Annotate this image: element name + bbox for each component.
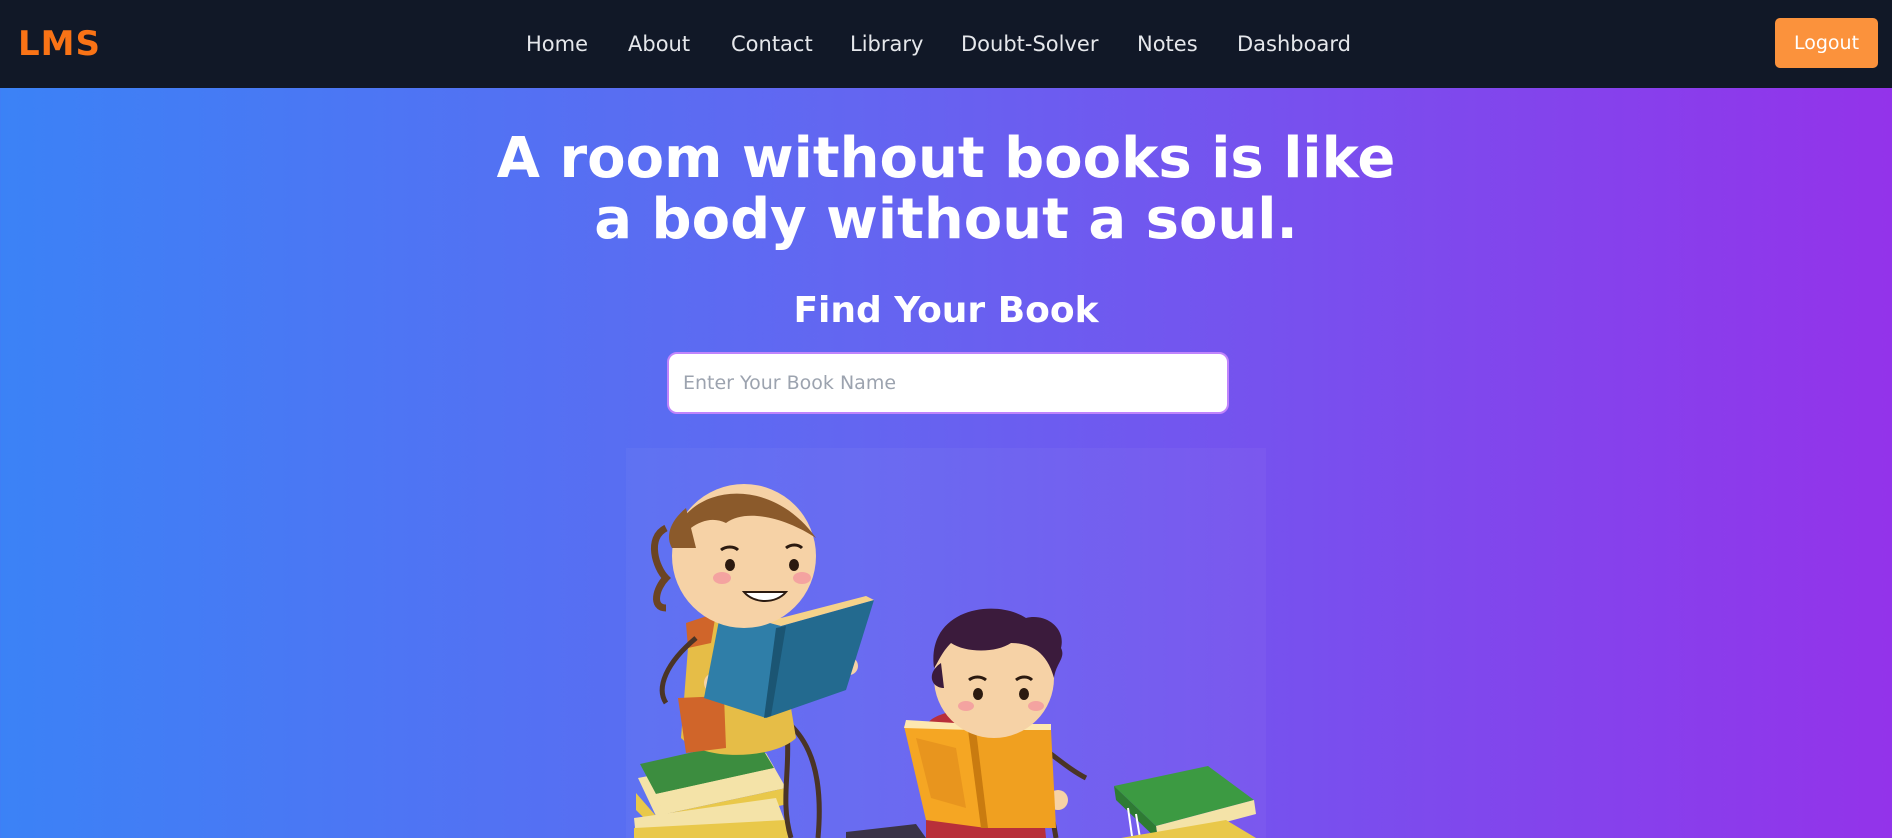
hero-title-line2: a body without a soul.	[594, 187, 1298, 252]
kids-reading-books-icon	[626, 448, 1266, 838]
nav-links: Home About Contact Library Doubt-Solver …	[0, 0, 1892, 88]
nav-link-notes[interactable]: Notes	[1137, 29, 1198, 59]
find-book-title: Find Your Book	[793, 290, 1099, 331]
logo[interactable]: LMS	[18, 22, 101, 66]
kids-reading-illustration	[626, 448, 1266, 838]
nav-link-home[interactable]: Home	[526, 29, 588, 59]
logout-button[interactable]: Logout	[1775, 18, 1878, 68]
nav-link-about[interactable]: About	[628, 29, 690, 59]
nav-link-dashboard[interactable]: Dashboard	[1237, 29, 1351, 59]
book-search-input[interactable]	[667, 352, 1229, 414]
hero-title: A room without books is like a body with…	[446, 128, 1446, 250]
nav-link-doubt-solver[interactable]: Doubt-Solver	[961, 29, 1098, 59]
hero-title-line1: A room without books is like	[496, 126, 1396, 191]
nav-link-library[interactable]: Library	[850, 29, 923, 59]
nav-link-contact[interactable]: Contact	[731, 29, 813, 59]
navbar: LMS Home About Contact Library Doubt-Sol…	[0, 0, 1892, 88]
